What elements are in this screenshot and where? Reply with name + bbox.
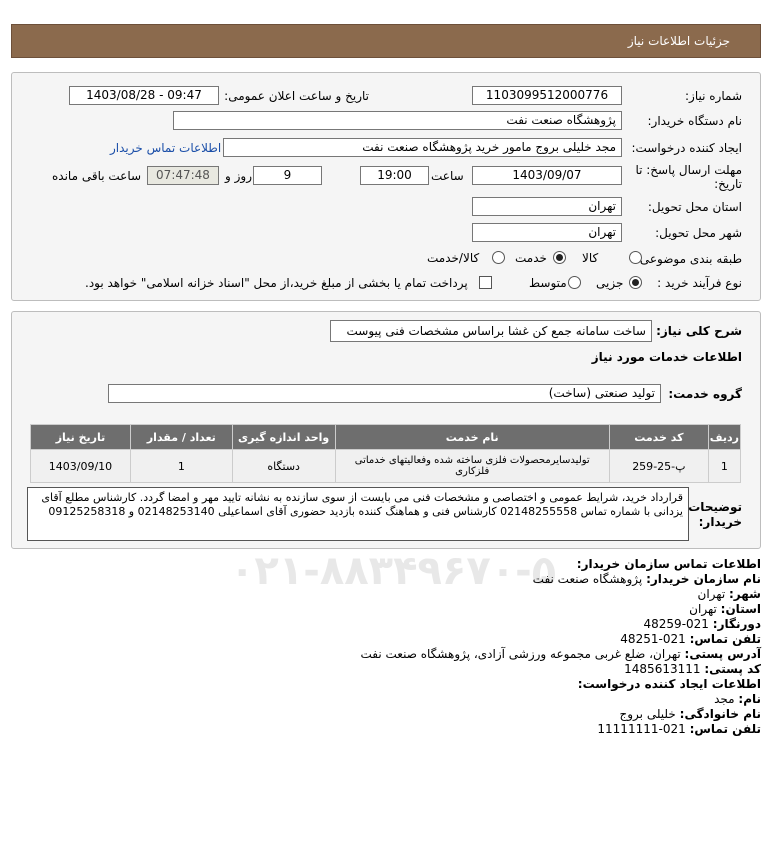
deadline-label-date: تاریخ:	[714, 177, 742, 191]
description-label: شرح کلی نیاز:	[656, 324, 742, 338]
col-unit: واحد اندازه گیری	[231, 424, 336, 450]
requester-field: مجد خلیلی بروج مامور خرید پژوهشگاه صنعت …	[223, 138, 622, 157]
announce-field: 1403/08/28 - 09:47	[69, 86, 219, 105]
creator-title: اطلاعات ایجاد کننده درخواست:	[577, 677, 761, 691]
cell-code: پ-25-259	[608, 449, 709, 483]
notes-field: قرارداد خرید، شرایط عمومی و اختصاصی و مش…	[27, 487, 689, 541]
deadline-date-field: 1403/09/07	[472, 166, 622, 185]
watermark-phone: ۰۲۱-۸۸۳۴۹۶۷۰-۵	[230, 548, 557, 594]
process-option-minor: جزیی	[596, 276, 624, 290]
creator-family: خلیلی بروج	[619, 707, 676, 721]
col-row: ردیف	[707, 424, 742, 450]
services-table: ردیف کد خدمت نام خدمت واحد اندازه گیری ت…	[30, 424, 742, 483]
treasury-payment-text: پرداخت تمام یا بخشی از مبلغ خرید،از محل …	[85, 276, 468, 290]
city-label: شهر محل تحویل:	[655, 226, 742, 240]
description-field: ساخت سامانه جمع کن غشا براساس مشخصات فنی…	[330, 320, 652, 342]
page-title: جزئیات اطلاعات نیاز	[627, 34, 730, 48]
cell-unit: دستگاه	[231, 449, 336, 483]
contact-title: اطلاعات تماس سازمان خریدار:	[576, 557, 761, 571]
contact-postal-label: کد پستی:	[704, 662, 761, 676]
category-radio-goods[interactable]	[629, 251, 642, 264]
buyer-org-field: پژوهشگاه صنعت نفت	[173, 111, 622, 130]
contact-fax: 021-48259	[643, 617, 709, 631]
deadline-days-label: روز و	[225, 169, 252, 183]
table-row: 1 پ-25-259 تولیدسایرمحصولات فلزی ساخته ش…	[30, 449, 742, 483]
contact-province: تهران	[689, 602, 717, 616]
category-label: طبقه بندی موضوعی:	[635, 252, 742, 266]
notes-label: توضیحات خریدار:	[688, 500, 742, 529]
requester-label: ایجاد کننده درخواست:	[631, 141, 742, 155]
buyer-org-label: نام دستگاه خریدار:	[647, 114, 743, 128]
page-header: جزئیات اطلاعات نیاز	[11, 24, 761, 58]
col-name: نام خدمت	[334, 424, 610, 450]
cell-date: 1403/09/10	[30, 449, 131, 483]
category-option-goods: کالا	[582, 251, 599, 265]
deadline-label: مهلت ارسال پاسخ: تا	[635, 163, 742, 177]
announce-label: تاریخ و ساعت اعلان عمومی:	[224, 89, 369, 103]
contact-phone: 021-48251	[620, 632, 686, 646]
creator-phone-label: تلفن تماس:	[689, 722, 761, 736]
process-option-medium: متوسط	[529, 276, 567, 290]
col-date: تاریخ نیاز	[30, 424, 131, 450]
table-header-row: ردیف کد خدمت نام خدمت واحد اندازه گیری ت…	[30, 424, 742, 450]
service-group-field: تولید صنعتی (ساخت)	[108, 384, 661, 403]
need-details-panel	[11, 72, 761, 301]
creator-name: مجد	[714, 692, 735, 706]
services-section-title: اطلاعات خدمات مورد نیاز	[591, 350, 742, 364]
province-field: تهران	[472, 197, 622, 216]
process-label: نوع فرآیند خرید :	[657, 276, 742, 290]
deadline-time-label: ساعت	[431, 169, 464, 183]
city-field: تهران	[472, 223, 622, 242]
contact-org-label: نام سازمان خریدار:	[646, 572, 761, 586]
category-radio-service[interactable]	[553, 251, 566, 264]
contact-phone-label: تلفن تماس:	[689, 632, 761, 646]
buyer-contact-link[interactable]: اطلاعات تماس خریدار	[110, 141, 221, 155]
deadline-time-field: 19:00	[360, 166, 429, 185]
contact-address: تهران، ضلع غربی مجموعه ورزشی آزادی، پژوه…	[360, 647, 681, 661]
contact-city: تهران	[697, 587, 726, 601]
creator-phone: 021-11111111	[597, 722, 686, 736]
process-radio-minor[interactable]	[629, 276, 642, 289]
category-option-goods-service: کالا/خدمت	[427, 251, 480, 265]
deadline-days-field: 9	[253, 166, 322, 185]
creator-name-label: نام:	[738, 692, 761, 706]
remaining-time-label: ساعت باقی مانده	[52, 169, 142, 183]
col-qty: تعداد / مقدار	[129, 424, 233, 450]
cell-qty: 1	[129, 449, 233, 483]
treasury-checkbox[interactable]	[479, 276, 492, 289]
province-label: استان محل تحویل:	[647, 200, 742, 214]
col-code: کد خدمت	[608, 424, 709, 450]
contact-fax-label: دورنگار:	[712, 617, 761, 631]
process-radio-medium[interactable]	[568, 276, 581, 289]
contact-postal: 1485613111	[624, 662, 701, 676]
need-number-field: 1103099512000776	[472, 86, 622, 105]
cell-row: 1	[707, 449, 742, 483]
service-group-label: گروه خدمت:	[668, 387, 742, 401]
cell-name: تولیدسایرمحصولات فلزی ساخته شده وفعالیته…	[334, 449, 610, 483]
contact-province-label: استان:	[720, 602, 761, 616]
contact-address-label: آدرس پستی:	[684, 647, 761, 661]
creator-family-label: نام خانوادگی:	[679, 707, 761, 721]
category-option-service: خدمت	[515, 251, 547, 265]
category-radio-goods-service[interactable]	[492, 251, 505, 264]
remaining-time-field: 07:47:48	[147, 166, 219, 185]
contact-org: پژوهشگاه صنعت نفت	[532, 572, 643, 586]
need-number-label: شماره نیاز:	[685, 89, 742, 103]
contact-city-label: شهر:	[729, 587, 761, 601]
